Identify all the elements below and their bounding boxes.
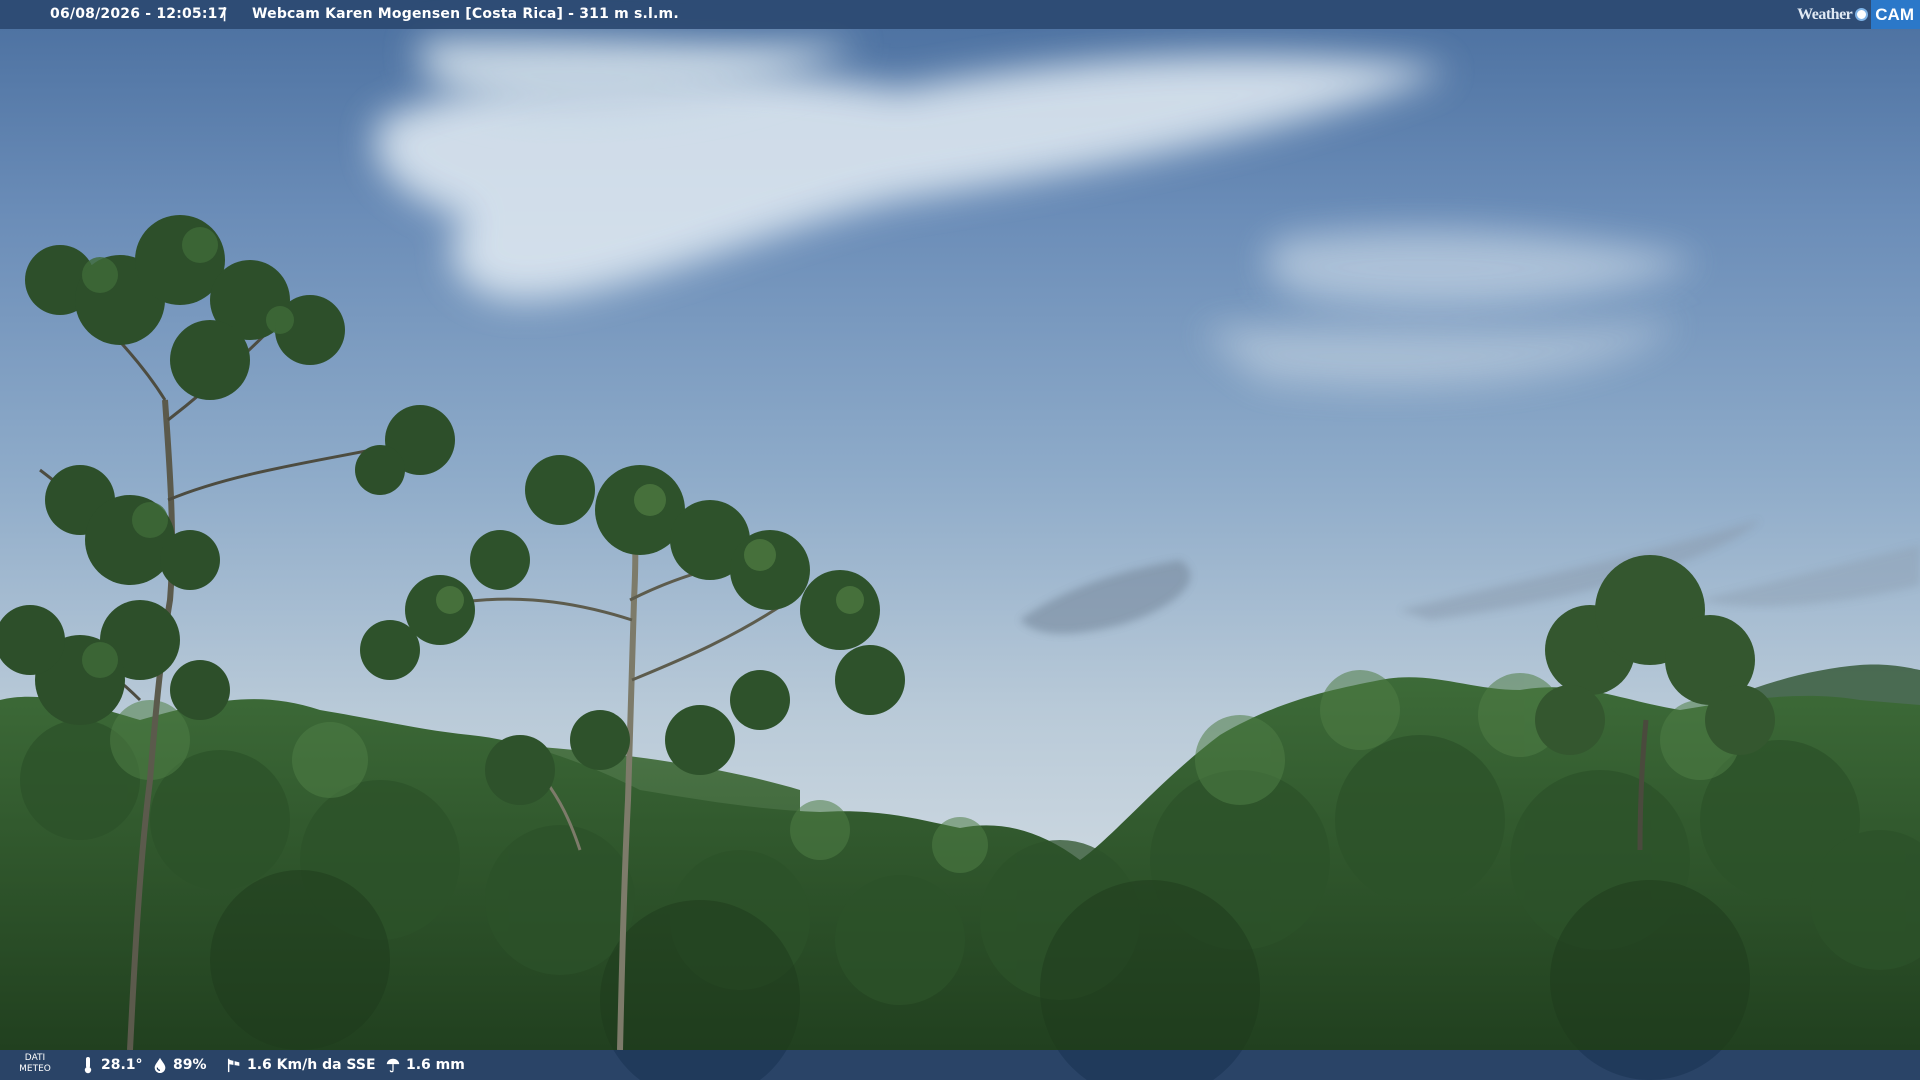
wind-reading: 1.6 Km/h da SSE — [226, 1050, 376, 1080]
thermometer-icon — [84, 1057, 92, 1074]
webcam-landscape-image — [0, 37, 1920, 1080]
humidity-value: 89% — [173, 1057, 207, 1073]
weather-data-bar: DATI METEO 28.1° 89% 1.6 Km/h da SSE 1.6… — [0, 1050, 1920, 1080]
weather-label-line1: DATI — [24, 1053, 46, 1063]
webcam-title: Webcam Karen Mogensen [Costa Rica] - 311… — [252, 6, 679, 22]
temperature-reading: 28.1° — [80, 1050, 143, 1080]
weather-data-label: DATI METEO — [18, 1053, 52, 1075]
temperature-value: 28.1° — [101, 1057, 143, 1073]
droplet-icon — [154, 1057, 166, 1073]
logo-cam-text: CAM — [1871, 0, 1920, 29]
logo-weather-text: Weather — [1797, 6, 1853, 23]
weathercam-logo: Weather CAM — [1797, 0, 1920, 29]
logo-dot-icon — [1855, 8, 1869, 21]
capture-datetime: 06/08/2026 - 12:05:17 — [50, 6, 228, 22]
humidity-reading: 89% — [152, 1050, 207, 1080]
wind-sock-icon — [227, 1058, 240, 1073]
rain-reading: 1.6 mm — [385, 1050, 465, 1080]
header-separator: | — [222, 6, 228, 22]
weather-label-line2: METEO — [19, 1064, 51, 1074]
rain-value: 1.6 mm — [406, 1057, 465, 1073]
forest-canopy — [0, 670, 1920, 1080]
rain-icon — [386, 1058, 400, 1073]
webcam-frame: 06/08/2026 - 12:05:17 | Webcam Karen Mog… — [0, 0, 1920, 1080]
top-info-bar: 06/08/2026 - 12:05:17 | Webcam Karen Mog… — [0, 0, 1920, 29]
cloud-layer — [375, 37, 1920, 634]
wind-value: 1.6 Km/h da SSE — [247, 1057, 376, 1073]
